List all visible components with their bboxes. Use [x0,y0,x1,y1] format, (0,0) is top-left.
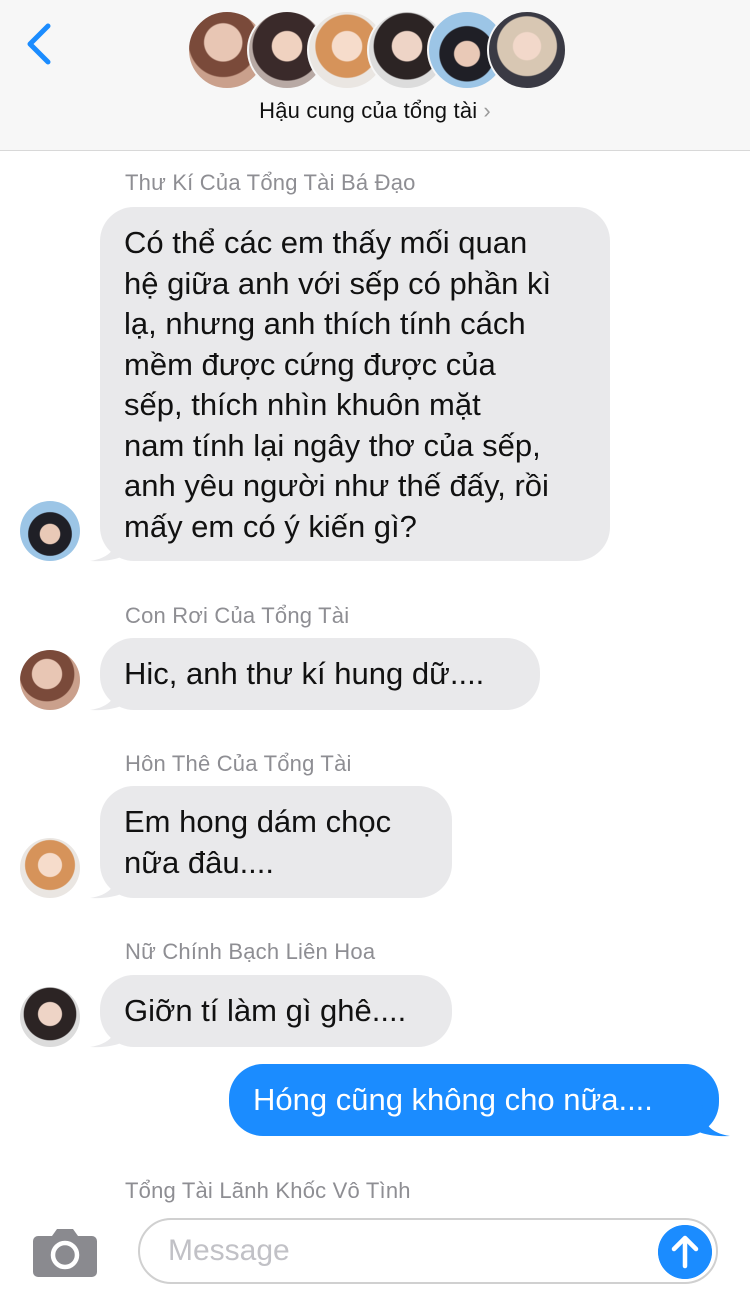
sender-name: Con Rơi Của Tổng Tài [125,603,350,628]
sender-name: Tổng Tài Lãnh Khốc Vô Tình [125,1178,411,1203]
message-line: Hóng cũng không cho nữa.... [253,1082,653,1117]
message-bubble[interactable]: Giỡn tí làm gì ghê.... [100,975,452,1047]
sender-name: Nữ Chính Bạch Liên Hoa [125,939,376,964]
sender-name: Thư Kí Của Tổng Tài Bá Đạo [125,170,416,195]
message-line: hệ giữa anh với sếp có phần kì [124,265,552,301]
bubble-tail [90,679,128,711]
group-title[interactable]: Hậu cung của tổng tài › [0,98,750,124]
message-line: nam tính lại ngây thơ của sếp, [124,427,541,463]
send-arrow-icon[interactable] [658,1225,712,1279]
message-line: lạ, nhưng anh thích tính cách [124,306,526,341]
member-avatar [487,10,567,90]
message-bubble[interactable]: Em hong dám chọc nữa đâu.... [100,786,452,898]
chat-header: Hậu cung của tổng tài › [0,0,750,151]
message-input[interactable]: Message [138,1218,718,1284]
bubble-tail [90,1016,128,1048]
sender-avatar[interactable] [20,838,80,898]
message-line: sếp, thích nhìn khuôn mặt [124,387,481,422]
message-line: Có thể các em thấy mối quan [124,225,528,260]
message-line: mấy em có ý kiến gì? [124,508,417,544]
message-line: anh yêu người như thế đấy, rồi [124,468,549,503]
group-avatars[interactable] [187,10,567,92]
message-placeholder: Message [168,1234,290,1267]
group-name: Hậu cung của tổng tài [259,98,478,123]
message-bubble[interactable]: Hic, anh thư kí hung dữ.... [100,638,540,710]
sender-name: Hôn Thê Của Tổng Tài [125,751,352,776]
message-line: Hic, anh thư kí hung dữ.... [124,656,485,691]
bubble-tail [90,867,128,899]
bubble-tail [90,530,128,562]
message-line: nữa đâu.... [124,844,275,880]
outgoing-message-bubble[interactable]: Hóng cũng không cho nữa.... [229,1064,719,1136]
message-bubble[interactable]: Có thể các em thấy mối quan hệ giữa anh … [100,207,610,561]
camera-icon[interactable] [32,1226,98,1278]
message-line: Giỡn tí làm gì ghê.... [124,993,407,1028]
message-line: Em hong dám chọc [124,804,392,839]
back-chevron-icon[interactable] [22,20,62,68]
message-line: mềm được cứng được của [124,346,496,382]
sender-avatar[interactable] [20,501,80,561]
chevron-right-icon: › [483,98,491,123]
sender-avatar[interactable] [20,650,80,710]
sender-avatar[interactable] [20,987,80,1047]
bubble-tail [692,1105,730,1137]
